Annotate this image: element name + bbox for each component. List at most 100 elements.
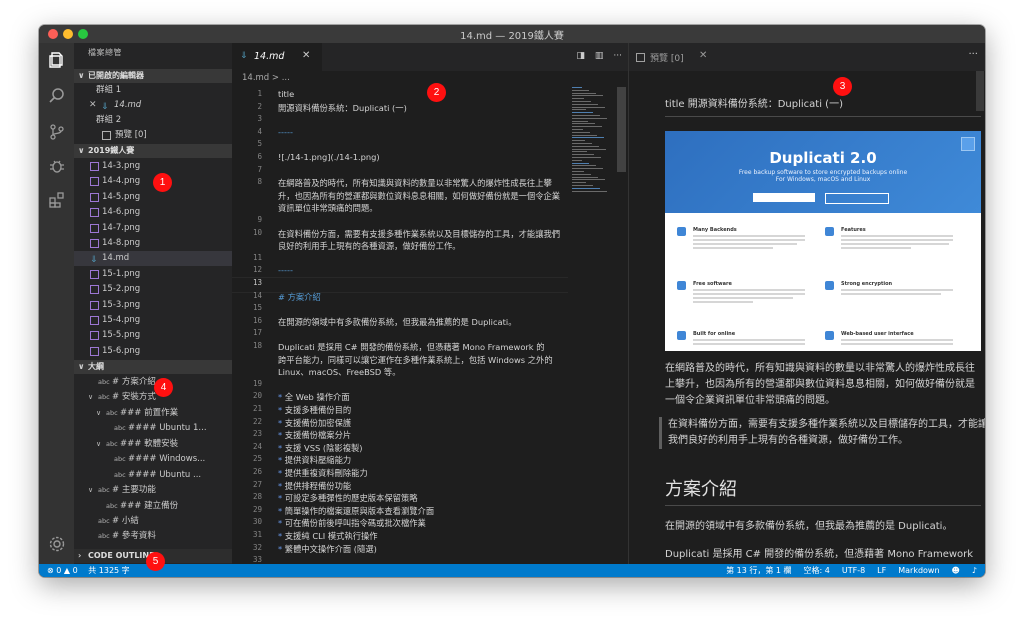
close-icon[interactable]: ✕ (89, 98, 97, 113)
image-file-icon (90, 270, 99, 279)
file-item[interactable]: 15-1.png (74, 267, 232, 282)
file-item[interactable]: 15-3.png (74, 298, 232, 313)
cursor-position[interactable]: 第 13 行，第 1 欄 (726, 564, 791, 577)
code-line[interactable]: ![./14-1.png](./14-1.png) (278, 152, 568, 162)
code-line[interactable]: * 支援備份檔案分片 (278, 429, 568, 441)
search-icon[interactable] (39, 83, 74, 109)
secondary-button-graphic (825, 193, 889, 204)
open-editors-group-1[interactable]: 群組 1 (74, 83, 232, 98)
tab-preview[interactable]: 預覽 [0] (650, 51, 684, 64)
code-area[interactable]: 1 title 2 開源資料備份系統：Duplicati (一) 3 4 ----- 5 6 ![… (232, 87, 568, 564)
file-item[interactable]: 15-6.png (74, 344, 232, 359)
file-item[interactable]: 14-6.png (74, 205, 232, 220)
outline-item[interactable]: ∨ abc # 安裝方式 (74, 390, 232, 405)
outline-item[interactable]: abc # 參考資料 (74, 529, 232, 544)
code-line[interactable]: 在資料備份方面，需要有支援多種作業系統以及目標儲存的工具，才能讓我們 (278, 228, 568, 240)
code-line[interactable]: # 方案介紹 (278, 291, 568, 303)
file-item[interactable]: 14-5.png (74, 190, 232, 205)
file-item[interactable]: 15-2.png (74, 282, 232, 297)
split-editor-icon[interactable]: ▥ (595, 51, 604, 61)
code-line[interactable]: 開源資料備份系統：Duplicati (一) (278, 102, 568, 114)
indentation[interactable]: 空格: 4 (804, 564, 830, 577)
warning-icon[interactable]: ▲ (64, 566, 70, 575)
outline-item[interactable]: ∨ abc ### 軟體安裝 (74, 437, 232, 452)
open-editors-group-2[interactable]: 群組 2 (74, 113, 232, 128)
code-line[interactable]: * 支援多種備份目的 (278, 404, 568, 416)
outline-item[interactable]: ∨ abc # 主要功能 (74, 483, 232, 498)
open-editor-item-14md[interactable]: ✕ ⇓ 14.md (74, 98, 232, 113)
file-item[interactable]: 14-8.png (74, 236, 232, 251)
more-actions-icon[interactable]: ··· (968, 49, 978, 60)
code-line[interactable]: 在開源的領域中有多款備份系統，但我最為推薦的是 Duplicati。 (278, 316, 568, 328)
file-item-selected[interactable]: ⇓ 14.md (74, 251, 232, 266)
end-of-line[interactable]: LF (877, 564, 886, 577)
code-line[interactable]: * 繁體中文操作介面 (隨選) (278, 543, 568, 555)
minimap-line (572, 185, 593, 186)
file-item[interactable]: 14-3.png (74, 159, 232, 174)
outline-item[interactable]: abc # 方案介紹 (74, 375, 232, 390)
file-item[interactable]: 15-5.png (74, 328, 232, 343)
file-item[interactable]: 15-4.png (74, 313, 232, 328)
outline-item[interactable]: abc #### Ubuntu 1... (74, 421, 232, 436)
outline-item[interactable]: abc #### Ubuntu ... (74, 468, 232, 483)
source-control-icon[interactable] (39, 119, 74, 145)
outline-header[interactable]: ∨ 大綱 (74, 360, 232, 374)
code-line[interactable]: Duplicati 是採用 C# 開發的備份系統，但憑藉著 Mono Frame… (278, 341, 568, 353)
notification-bell-icon[interactable]: ♪ (972, 564, 977, 577)
annotation-badge: 2 (427, 83, 446, 102)
code-line[interactable]: 跨平台能力，同樣可以讓它運作在多種作業系統上，包括 Windows 之外的 (278, 354, 568, 366)
debug-icon[interactable] (39, 153, 74, 179)
code-line[interactable]: 在網路普及的時代，所有知識與資料的數量以非常驚人的爆炸性成長往上攀 (278, 177, 568, 189)
code-line[interactable]: * 支援純 CLI 模式執行操作 (278, 530, 568, 542)
more-actions-icon[interactable]: ··· (613, 51, 622, 61)
code-line[interactable]: ----- (278, 127, 568, 137)
preview-scrollbar[interactable] (976, 71, 984, 111)
close-icon[interactable]: ✕ (302, 50, 310, 61)
feedback-smiley-icon[interactable]: ☻ (952, 564, 960, 577)
breadcrumb[interactable]: 14.md > ... (242, 73, 290, 83)
close-icon[interactable]: ✕ (699, 50, 707, 61)
code-line[interactable]: Linux、macOS、FreeBSD 等。 (278, 366, 568, 378)
language-mode[interactable]: Markdown (898, 564, 939, 577)
code-line[interactable]: * 提供重複資料刪除能力 (278, 467, 568, 479)
explorer-icon[interactable] (39, 47, 74, 73)
code-line[interactable]: * 提供資料壓縮能力 (278, 454, 568, 466)
error-icon[interactable]: ⊗ (47, 566, 54, 575)
warning-count[interactable]: 0 (73, 566, 78, 575)
code-line[interactable]: * 可設定多種彈性的歷史版本保留策略 (278, 492, 568, 504)
line-number: 2 (257, 101, 262, 111)
code-line[interactable]: * 全 Web 操作介面 (278, 391, 568, 403)
open-editors-header[interactable]: ∨ 已開啟的編輯器 (74, 69, 232, 83)
project-folder-header[interactable]: ∨ 2019鐵人賽 (74, 144, 232, 158)
line-number: 18 (252, 341, 262, 350)
code-line[interactable]: * 簡單操作的檔案還原與版本查看瀏覽介面 (278, 505, 568, 517)
line-number: 4 (257, 126, 262, 136)
minimap[interactable] (568, 87, 614, 197)
file-item[interactable]: 14-7.png (74, 221, 232, 236)
minimap-line (572, 92, 596, 94)
tab-14md[interactable]: ⇓ 14.md ✕ (232, 43, 322, 71)
extensions-icon[interactable] (39, 187, 74, 213)
error-count[interactable]: 0 (56, 566, 61, 575)
code-line[interactable]: title (278, 89, 568, 99)
code-line[interactable]: * 可在備份前後呼叫指令碼或批次檔作業 (278, 517, 568, 529)
code-line[interactable]: ----- (278, 265, 568, 275)
editor-scrollbar[interactable] (617, 87, 626, 172)
code-line[interactable]: 良好的利用手上現有的各種資源，做好備份工作。 (278, 240, 568, 252)
code-line[interactable]: * 提供排程備份功能 (278, 480, 568, 492)
gear-icon[interactable] (39, 531, 74, 557)
outline-item[interactable]: abc #### Windows... (74, 452, 232, 467)
code-line[interactable]: 資訊單位非常頭痛的問題。 (278, 202, 568, 214)
line-number: 17 (252, 328, 262, 338)
code-line[interactable]: * 支援 VSS (陰影複製) (278, 442, 568, 454)
encoding[interactable]: UTF-8 (842, 564, 865, 577)
code-line[interactable]: * 支援備份加密保護 (278, 417, 568, 429)
open-preview-icon[interactable]: ◨ (576, 51, 585, 61)
outline-item[interactable]: ∨ abc ### 前置作業 (74, 406, 232, 421)
minimap-line (572, 126, 602, 128)
code-line[interactable]: 升，也因為所有的營運都與數位資料息息相關，如何做好備份就是一個令企業 (278, 190, 568, 202)
open-editor-item-preview[interactable]: 預覽 [0] (74, 128, 232, 143)
outline-item[interactable]: abc ### 建立備份 (74, 499, 232, 514)
outline-item[interactable]: abc # 小結 (74, 514, 232, 529)
word-count[interactable]: 共 1325 字 (88, 566, 129, 575)
